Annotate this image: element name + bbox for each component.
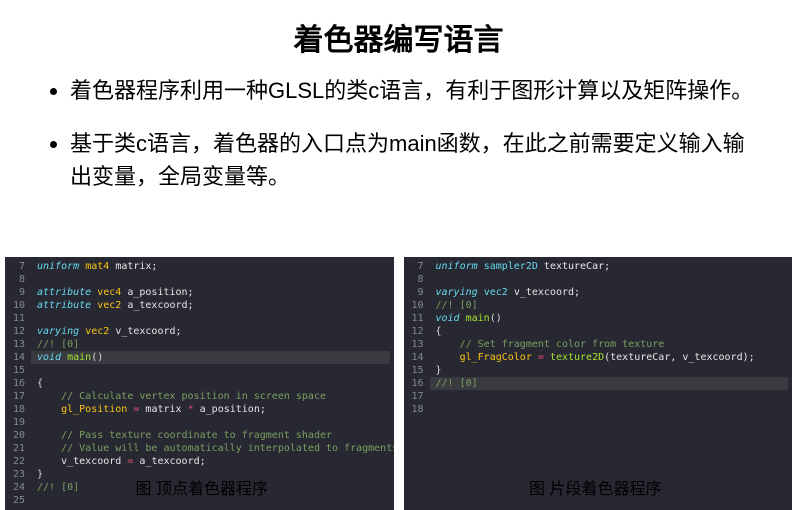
caption-row: 图 顶点着色器程序 图 片段着色器程序 bbox=[0, 475, 797, 499]
code-row: 7 8 9 10 11 12 13 14 15 16 17 18 19 20 2… bbox=[0, 257, 797, 510]
bullet-item: 基于类c语言，着色器的入口点为main函数，在此之前需要定义输入输出变量，全局变… bbox=[70, 127, 757, 193]
bullet-list: 着色器程序利用一种GLSL的类c语言，有利于图形计算以及矩阵操作。 基于类c语言… bbox=[40, 74, 757, 193]
fragment-shader-code: 7 8 9 10 11 12 13 14 15 16 17 18 uniform… bbox=[404, 257, 793, 510]
vertex-caption: 图 顶点着色器程序 bbox=[5, 475, 399, 499]
code-lines: uniform sampler2D textureCar; varying ve… bbox=[430, 257, 793, 419]
line-gutter: 7 8 9 10 11 12 13 14 15 16 17 18 bbox=[404, 257, 430, 419]
slide: 着色器编写语言 着色器程序利用一种GLSL的类c语言，有利于图形计算以及矩阵操作… bbox=[0, 0, 797, 510]
bullet-item: 着色器程序利用一种GLSL的类c语言，有利于图形计算以及矩阵操作。 bbox=[70, 74, 757, 107]
slide-title: 着色器编写语言 bbox=[40, 15, 757, 59]
code-lines: uniform mat4 matrix; attribute vec4 a_po… bbox=[31, 257, 394, 510]
line-gutter: 7 8 9 10 11 12 13 14 15 16 17 18 19 20 2… bbox=[5, 257, 31, 510]
vertex-shader-code: 7 8 9 10 11 12 13 14 15 16 17 18 19 20 2… bbox=[5, 257, 394, 510]
fragment-caption: 图 片段着色器程序 bbox=[399, 475, 793, 499]
